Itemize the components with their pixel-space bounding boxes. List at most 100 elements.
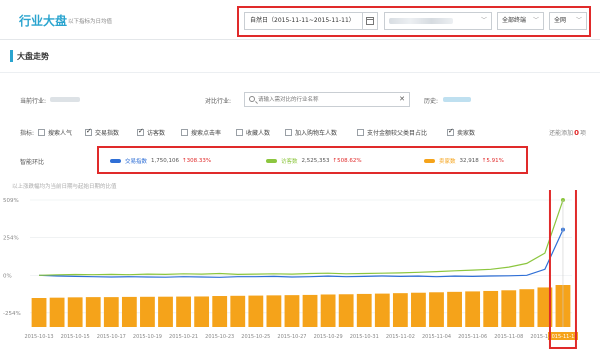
bar [429, 292, 444, 327]
bar [338, 294, 354, 327]
legend-change: ↑5.91% [481, 158, 504, 164]
checkbox-icon[interactable] [38, 128, 45, 136]
chevron-down-icon: ﹀ [480, 17, 487, 24]
legend-value: 2,525,353 [301, 158, 330, 164]
count-prefix: 还能添加 [549, 130, 574, 137]
industry-select-value [389, 18, 453, 24]
current-industry-value [50, 97, 80, 102]
metric-sellers[interactable]: 卖家数 [447, 127, 475, 137]
metric-label: 卖家数 [457, 129, 476, 137]
terminal-select-value: 全部终端 [502, 17, 527, 24]
x-tick-label: 2015-10-19 [133, 334, 162, 340]
history-label: 历史: [424, 98, 439, 105]
chevron-down-icon: ﹀ [532, 17, 539, 24]
x-tick-label: 2015-10-13 [25, 334, 54, 340]
compare-industry-input[interactable] [258, 95, 398, 105]
y-tick-label: -254% [3, 311, 21, 317]
compare-industry-search[interactable]: ✕ [244, 92, 410, 107]
bar [103, 297, 119, 327]
bar [31, 298, 47, 327]
terminal-select[interactable]: 全部终端 ﹀ [497, 12, 544, 30]
y-tick-label: 254% [3, 236, 19, 242]
close-icon[interactable]: ✕ [399, 95, 405, 103]
legend-name: 访客数 [281, 159, 298, 165]
x-tick-label: 2015-10-21 [169, 334, 198, 340]
count-suffix: 项 [579, 130, 586, 137]
bar [67, 297, 83, 327]
bar [140, 296, 155, 327]
top-bar: 行业大盘 以下指标为日均值 自然日（2015-11-11~2015-11-11）… [0, 0, 600, 40]
checkbox-icon[interactable] [236, 128, 243, 136]
metric-visitors[interactable]: 访客数 [137, 127, 165, 137]
metric-label: 访客数 [147, 129, 166, 137]
x-tick-label: 2015-11-08 [494, 334, 523, 340]
metric-search-ctr[interactable]: 搜索点击率 [181, 127, 221, 137]
scope-select[interactable]: 全网 ﹀ [549, 12, 587, 30]
legend-trade-index[interactable]: 交易指数 1,750,106 ↑308.33% [110, 157, 211, 165]
x-tick-label: 2015-10-27 [277, 334, 306, 340]
history-value[interactable] [443, 97, 471, 102]
metric-search-popularity[interactable]: 搜索人气 [38, 127, 72, 137]
bar [302, 294, 318, 327]
count-number: 0 [574, 129, 579, 137]
metric-label: 支付金额较父类目占比 [367, 129, 428, 137]
legend-change: ↑308.33% [182, 158, 212, 164]
checkbox-icon[interactable] [357, 128, 364, 136]
bar [447, 291, 462, 327]
metric-payment-share[interactable]: 支付金额较父类目占比 [357, 127, 427, 137]
page-title: 行业大盘 [19, 14, 68, 28]
metric-trade-index[interactable]: 交易指数 [85, 127, 119, 137]
legend-change: ↑508.62% [332, 158, 362, 164]
bar [121, 296, 137, 327]
bar [501, 290, 517, 327]
divider [0, 72, 600, 73]
bar [158, 296, 173, 327]
current-industry-label: 当前行业: [20, 98, 47, 105]
industry-select[interactable]: ﹀ [384, 12, 492, 30]
bar [465, 291, 481, 327]
metric-label: 交易指数 [95, 129, 120, 137]
x-tick-label: 2015-10-31 [350, 334, 379, 340]
y-tick-label: 509% [3, 198, 19, 204]
legend-sellers[interactable]: 卖家数 32,918 ↑5.91% [424, 157, 504, 165]
calendar-icon[interactable] [362, 13, 377, 29]
metric-label: 收藏人数 [246, 129, 271, 137]
metric-favorites[interactable]: 收藏人数 [236, 127, 270, 137]
checkbox-icon[interactable] [285, 128, 292, 136]
bar [248, 295, 264, 327]
checkbox-checked-icon[interactable] [447, 127, 454, 136]
checkbox-icon[interactable] [181, 128, 188, 136]
bar [176, 296, 191, 327]
scope-select-value: 全网 [554, 17, 567, 24]
legend-name: 交易指数 [125, 159, 148, 165]
x-tick-label: 2015-10-25 [241, 334, 270, 340]
x-tick-label: 2015-10-29 [314, 334, 343, 340]
checkbox-checked-icon[interactable] [85, 127, 92, 136]
bar [212, 296, 228, 327]
trend-chart: 509% 254% 0% -254% 2015-10-13 2015-10-15 2015-… [3, 190, 578, 349]
bar [320, 294, 336, 327]
x-tick-label: 2015-11-04 [422, 334, 451, 340]
x-tick-label: 2015-10-23 [205, 334, 234, 340]
bar [230, 295, 246, 327]
page-subtitle: 以下指标为日均值 [68, 19, 113, 25]
legend-visitors[interactable]: 访客数 2,525,353 ↑508.62% [266, 157, 362, 165]
bar [519, 289, 535, 327]
date-range-picker[interactable]: 自然日（2015-11-11~2015-11-11） [244, 12, 378, 30]
checkbox-checked-icon[interactable] [137, 127, 144, 136]
bar [411, 292, 426, 327]
chart-note: 以上涨跌幅均为当前日期与起始日期的比值 [12, 184, 117, 190]
x-tick-label: 2015-11-06 [458, 334, 487, 340]
bar [284, 295, 300, 327]
bar [85, 297, 101, 327]
metric-add-to-cart[interactable]: 加入购物车人数 [285, 127, 337, 137]
bar [49, 297, 65, 327]
metric-remaining-count: 还能添加0项 [549, 128, 586, 137]
metrics-label: 指标: [20, 130, 35, 137]
x-tick-label: 2015-10-15 [61, 334, 90, 340]
bar [483, 290, 499, 327]
x-tick-label: 2015-10-17 [97, 334, 126, 340]
smart-compare-label: 智能环比 [20, 159, 45, 166]
compare-industry-label: 对比行业: [205, 98, 232, 105]
section-title-accent [10, 50, 13, 62]
